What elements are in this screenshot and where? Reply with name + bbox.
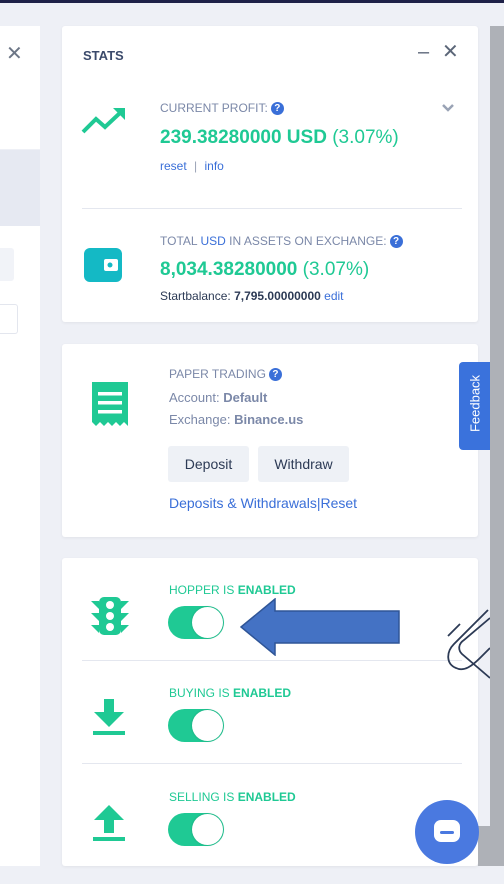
feedback-tab[interactable]: Feedback	[459, 362, 490, 450]
divider	[82, 660, 462, 661]
left-panel-field[interactable]	[0, 248, 14, 281]
deposits-withdrawals-link[interactable]: Deposits & Withdrawals	[169, 495, 317, 511]
divider	[82, 208, 462, 209]
minimize-button[interactable]: –	[418, 42, 429, 62]
chat-button[interactable]	[415, 800, 479, 864]
left-panel-band	[0, 150, 40, 226]
hopper-status-label: HOPPER IS ENABLED	[169, 583, 296, 597]
close-button[interactable]: ✕	[442, 42, 459, 62]
paper-trading-title: PAPER TRADING?	[169, 367, 282, 381]
upload-icon	[93, 805, 125, 841]
left-panel-field[interactable]	[0, 304, 18, 334]
annotation-arrow-icon	[240, 598, 400, 656]
reset-link[interactable]: Reset	[320, 495, 357, 511]
total-assets-label: TOTAL USD IN ASSETS ON EXCHANGE:?	[160, 234, 403, 248]
buying-toggle[interactable]	[168, 709, 224, 742]
buying-status-label: BUYING IS ENABLED	[169, 686, 292, 700]
profit-links: reset | info	[160, 159, 224, 173]
selling-status-label: SELLING IS ENABLED	[169, 790, 296, 804]
current-profit-label: CURRENT PROFIT:?	[160, 101, 284, 115]
receipt-icon	[92, 382, 128, 426]
chat-icon	[434, 820, 460, 842]
traffic-light-icon	[91, 597, 129, 635]
selling-toggle[interactable]	[168, 813, 224, 846]
exchange-info: Exchange: Binance.us	[169, 412, 304, 427]
paper-trading-card: PAPER TRADING? Account: Default Exchange…	[62, 344, 478, 537]
trend-up-icon	[81, 108, 125, 134]
top-bar	[0, 0, 504, 3]
left-panel-close-button[interactable]: ✕	[6, 44, 23, 64]
toggle-knob	[192, 607, 223, 638]
stats-title: STATS	[83, 48, 124, 63]
help-icon[interactable]: ?	[270, 102, 284, 115]
feedback-label: Feedback	[467, 374, 483, 433]
stats-card: STATS – ✕ CURRENT PROFIT:? 239.38280000 …	[62, 26, 478, 322]
help-icon[interactable]: ?	[268, 368, 282, 381]
hopper-toggle[interactable]	[168, 606, 224, 639]
chevron-down-icon[interactable]	[440, 100, 456, 116]
divider	[82, 763, 462, 764]
reset-link[interactable]: reset	[160, 159, 187, 173]
paper-trading-links: Deposits & Withdrawals|Reset	[169, 495, 358, 511]
wallet-icon	[84, 248, 122, 282]
start-balance: Startbalance: 7,795.00000000 edit	[160, 289, 344, 303]
current-profit-value: 239.38280000 USD (3.07%)	[160, 127, 399, 148]
total-assets-value: 8,034.38280000 (3.07%)	[160, 259, 370, 280]
help-icon[interactable]: ?	[389, 235, 403, 248]
toggle-knob	[192, 814, 223, 845]
info-link[interactable]: info	[205, 159, 224, 173]
scrollbar[interactable]	[490, 26, 504, 866]
deposit-button[interactable]: Deposit	[168, 446, 249, 482]
scrollbar-bottom	[478, 826, 504, 866]
toggle-knob	[192, 710, 223, 741]
withdraw-button[interactable]: Withdraw	[258, 446, 349, 482]
account-info: Account: Default	[169, 390, 268, 405]
paperclip-icon	[447, 609, 491, 679]
edit-link[interactable]: edit	[324, 289, 343, 303]
download-icon	[93, 699, 125, 735]
